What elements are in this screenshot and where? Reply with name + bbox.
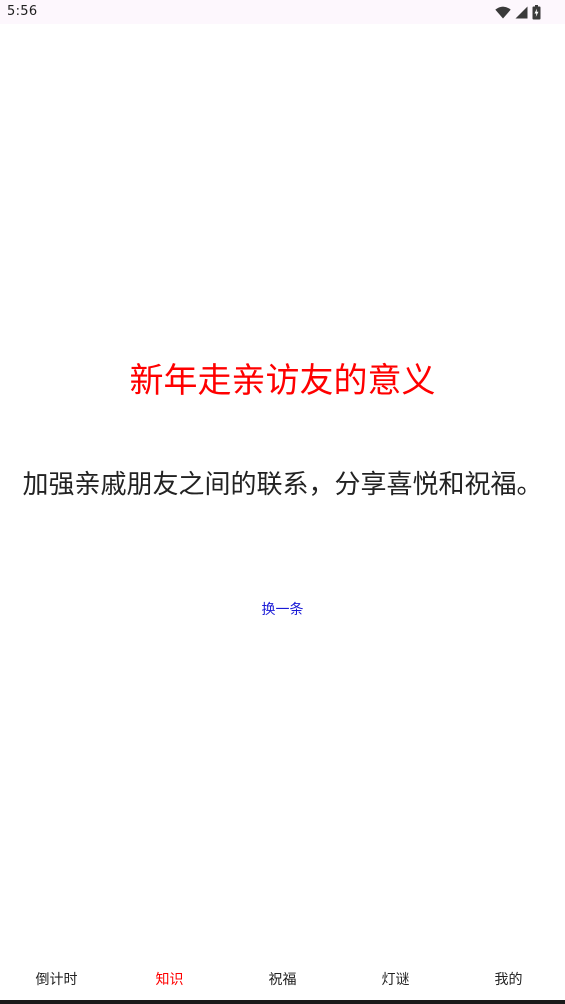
tab-knowledge[interactable]: 知识: [113, 962, 226, 998]
wifi-icon: [495, 6, 511, 19]
knowledge-title: 新年走亲访友的意义: [129, 361, 436, 401]
bottom-nav: 倒计时 知识 祝福 灯谜 我的: [0, 962, 565, 1004]
signal-icon: [515, 6, 528, 19]
battery-icon: [532, 4, 541, 20]
status-bar: 5:56: [0, 0, 565, 24]
tab-blessings[interactable]: 祝福: [226, 962, 339, 998]
tab-mine[interactable]: 我的: [452, 962, 565, 998]
tab-riddles[interactable]: 灯谜: [339, 962, 452, 998]
status-time: 5:56: [7, 4, 38, 19]
refresh-button[interactable]: 换一条: [232, 598, 333, 622]
tab-countdown[interactable]: 倒计时: [0, 962, 113, 998]
knowledge-body: 加强亲戚朋友之间的联系，分享喜悦和祝福。: [22, 470, 543, 500]
status-icons: [495, 4, 541, 20]
gesture-bar: [0, 1000, 565, 1004]
